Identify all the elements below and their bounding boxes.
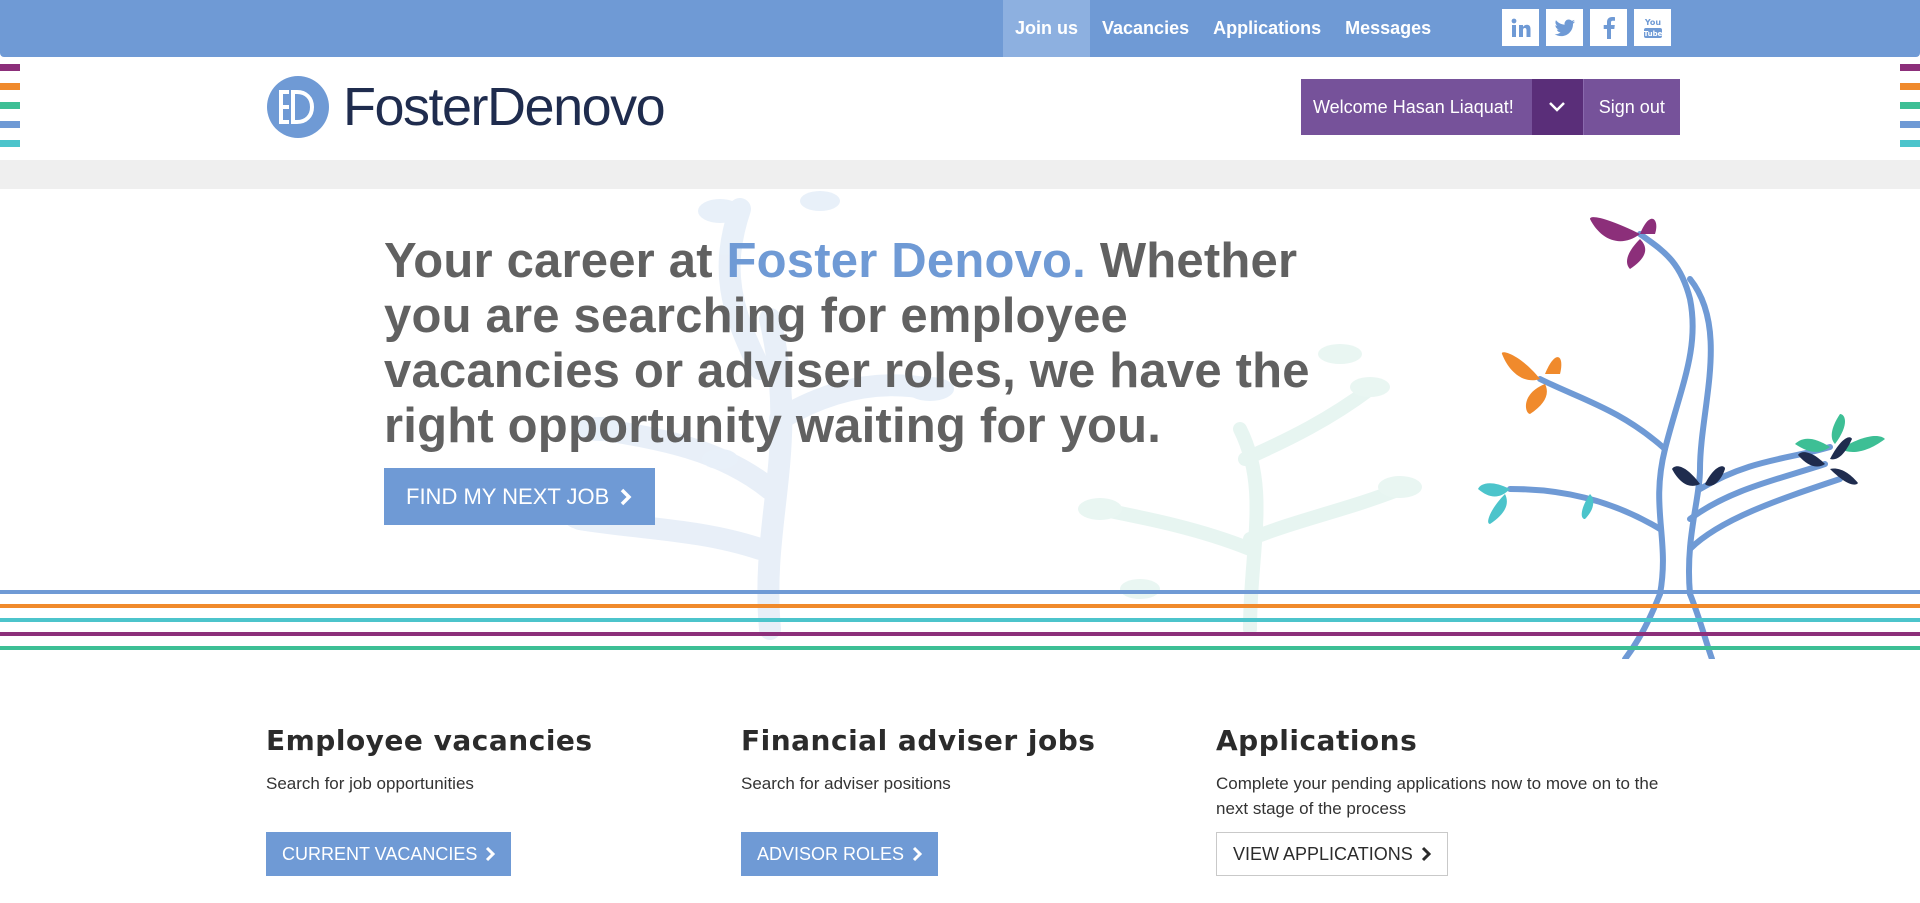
advisor-roles-button[interactable]: ADVISOR ROLES — [741, 832, 939, 876]
main-nav: Join us Vacancies Applications Messages — [1003, 0, 1443, 57]
header-divider-band — [0, 160, 1920, 189]
view-applications-button[interactable]: VIEW APPLICATIONS — [1216, 832, 1448, 876]
view-applications-label: VIEW APPLICATIONS — [1233, 844, 1413, 864]
decorative-horizontal-lines — [0, 590, 1920, 660]
facebook-link[interactable] — [1590, 9, 1627, 46]
user-menu-toggle[interactable] — [1531, 79, 1583, 135]
card-description: Search for adviser positions — [741, 774, 951, 793]
nav-vacancies[interactable]: Vacancies — [1090, 0, 1201, 57]
youtube-logo-text-tube: Tube — [1643, 30, 1662, 38]
linkedin-icon — [1511, 18, 1530, 37]
nav-messages[interactable]: Messages — [1333, 0, 1443, 57]
chevron-right-icon — [1421, 846, 1431, 862]
find-my-next-job-label: FIND MY NEXT JOB — [406, 484, 610, 509]
youtube-link[interactable]: You Tube — [1634, 9, 1671, 46]
hero-section: Your career at Foster Denovo. Whether yo… — [0, 189, 1920, 659]
linkedin-link[interactable] — [1502, 9, 1539, 46]
card-financial-adviser-jobs: Financial adviser jobs Search for advise… — [741, 724, 1181, 876]
chevron-right-icon — [912, 846, 923, 862]
find-my-next-job-button[interactable]: FIND MY NEXT JOB — [384, 468, 656, 525]
twitter-link[interactable] — [1546, 9, 1583, 46]
decorative-stripes-left — [0, 64, 20, 159]
decorative-stripes-right — [1900, 64, 1920, 159]
social-links: You Tube — [1502, 9, 1671, 46]
chevron-right-icon — [486, 846, 496, 862]
card-title: Financial adviser jobs — [741, 724, 1096, 757]
youtube-icon: You Tube — [1643, 18, 1662, 38]
youtube-logo-text: You — [1643, 18, 1661, 27]
headline-brand: Foster Denovo. — [726, 234, 1086, 288]
site-header: FosterDenovo Welcome Hasan Liaquat! Sign… — [0, 57, 1920, 160]
welcome-message: Welcome Hasan Liaquat! — [1301, 79, 1532, 135]
headline-prefix: Your career at — [384, 234, 727, 288]
logo-monogram-icon — [267, 76, 329, 138]
card-applications: Applications Complete your pending appli… — [1216, 724, 1666, 876]
user-menu: Welcome Hasan Liaquat! Sign out — [1301, 79, 1680, 135]
hero-headline: Your career at Foster Denovo. Whether yo… — [384, 234, 1344, 454]
logo-text: FosterDenovo — [343, 77, 666, 137]
sign-out-button[interactable]: Sign out — [1582, 79, 1680, 135]
nav-join-us[interactable]: Join us — [1003, 0, 1091, 57]
card-description: Complete your pending applications now t… — [1216, 774, 1659, 818]
card-title: Employee vacancies — [266, 724, 593, 757]
card-description: Search for job opportunities — [266, 774, 474, 793]
card-title: Applications — [1216, 724, 1418, 757]
chevron-down-icon — [1549, 102, 1566, 112]
nav-applications[interactable]: Applications — [1201, 0, 1333, 57]
card-employee-vacancies: Employee vacancies Search for job opport… — [266, 724, 706, 876]
advisor-roles-label: ADVISOR ROLES — [757, 844, 905, 864]
facebook-icon — [1603, 16, 1615, 39]
twitter-icon — [1554, 19, 1575, 36]
current-vacancies-button[interactable]: CURRENT VACANCIES — [266, 832, 512, 876]
site-logo[interactable]: FosterDenovo — [267, 76, 666, 138]
chevron-right-icon — [621, 488, 632, 505]
current-vacancies-label: CURRENT VACANCIES — [282, 844, 478, 864]
top-nav-bar: Join us Vacancies Applications Messages — [0, 0, 1920, 57]
